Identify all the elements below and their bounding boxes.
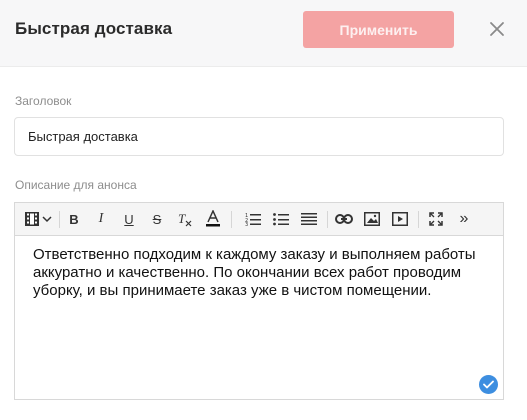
panel-header: Быстрая доставка Применить: [0, 0, 527, 67]
strikethrough-icon[interactable]: S: [146, 208, 168, 230]
toolbar-separator: [418, 211, 419, 228]
video-icon[interactable]: [389, 208, 411, 230]
image-icon[interactable]: [361, 208, 383, 230]
fullscreen-icon[interactable]: [425, 208, 447, 230]
editor-content[interactable]: Ответственно подходим к каждому заказу и…: [33, 246, 488, 300]
panel-title: Быстрая доставка: [15, 19, 173, 38]
apply-button[interactable]: Применить: [303, 11, 454, 48]
description-field-label: Описание для анонса: [15, 178, 137, 192]
unordered-list-icon[interactable]: [270, 208, 292, 230]
ordered-list-icon[interactable]: 1 2 3: [242, 208, 264, 230]
svg-text:3: 3: [245, 222, 248, 226]
paragraph-format-icon[interactable]: [23, 208, 53, 230]
editor-toolbar: B I U S T 1 2 3 »: [15, 203, 503, 236]
bold-icon[interactable]: B: [63, 208, 85, 230]
italic-icon[interactable]: I: [90, 208, 112, 230]
title-field-label: Заголовок: [15, 94, 72, 108]
description-editor: B I U S T 1 2 3 » Ответственно подходим …: [14, 202, 504, 400]
toolbar-separator: [59, 211, 60, 228]
close-icon[interactable]: [487, 19, 507, 39]
toolbar-separator: [327, 211, 328, 228]
more-icon[interactable]: »: [453, 208, 475, 230]
link-icon[interactable]: [333, 208, 355, 230]
toolbar-separator: [231, 211, 232, 228]
check-circle-icon: [479, 375, 498, 394]
text-color-icon[interactable]: [202, 208, 224, 230]
clear-formatting-icon[interactable]: T: [174, 208, 196, 230]
underline-icon[interactable]: U: [118, 208, 140, 230]
title-input[interactable]: [14, 117, 504, 156]
svg-text:T: T: [178, 211, 186, 226]
align-icon[interactable]: [298, 208, 320, 230]
